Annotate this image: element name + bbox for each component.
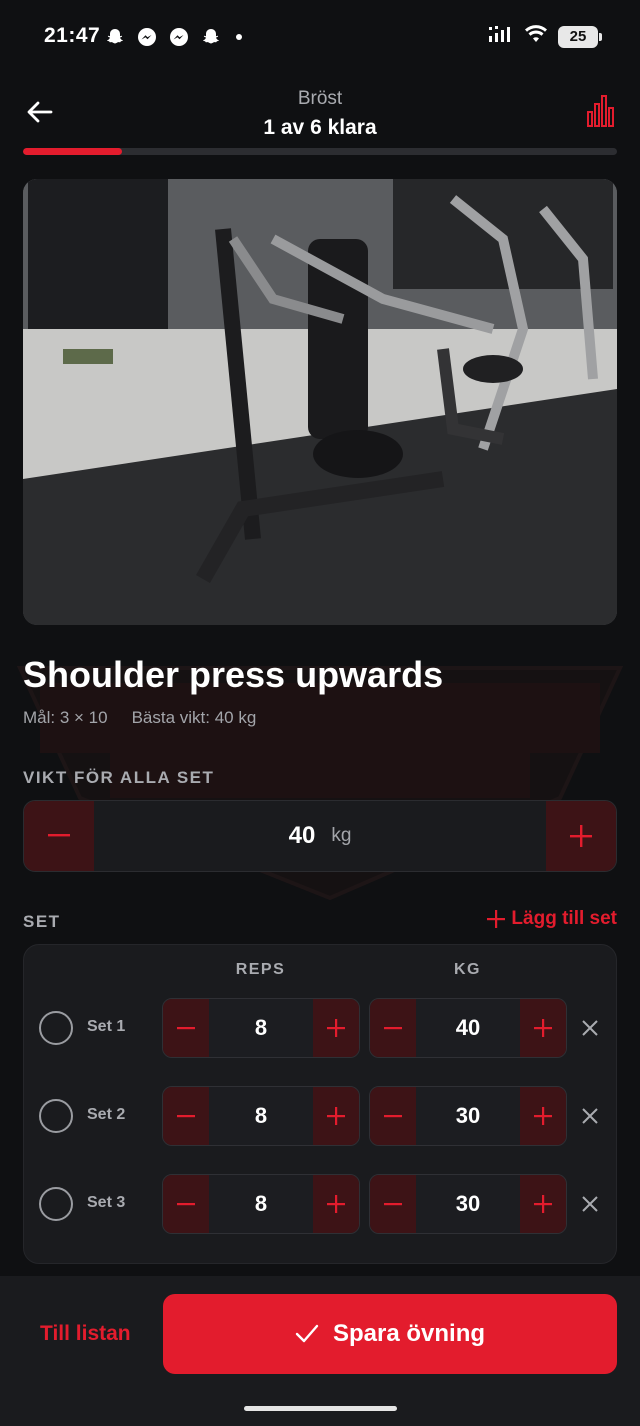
- delete-set-button[interactable]: [578, 1104, 602, 1128]
- reps-stepper: 8: [162, 1086, 360, 1146]
- category-label: Bröst: [297, 88, 343, 109]
- kg-decrease-button[interactable]: [370, 1175, 416, 1233]
- exercise-meta: Mål: 3 × 10 Bästa vikt: 40 kg: [23, 708, 256, 728]
- plus-icon: [487, 910, 506, 928]
- home-indicator[interactable]: [244, 1406, 397, 1411]
- plus-icon: [327, 1107, 345, 1125]
- save-exercise-label: Spara övning: [332, 1320, 486, 1347]
- snapchat-icon: [200, 26, 222, 48]
- minus-icon: [48, 834, 70, 837]
- reps-value[interactable]: 8: [209, 1087, 313, 1145]
- weight-value-display[interactable]: 40 kg: [94, 801, 546, 871]
- plus-icon: [327, 1019, 345, 1037]
- set-row: Set 2 8 30: [24, 1086, 618, 1146]
- add-set-button[interactable]: Lägg till set: [487, 908, 617, 930]
- battery-icon: 25: [558, 25, 602, 48]
- goal-text: Mål: 3 × 10: [23, 708, 108, 727]
- reps-stepper: 8: [162, 998, 360, 1058]
- plus-icon: [534, 1107, 552, 1125]
- minus-icon: [177, 1026, 195, 1029]
- kg-value[interactable]: 30: [416, 1175, 520, 1233]
- minus-icon: [177, 1114, 195, 1117]
- weight-decrease-button[interactable]: [24, 801, 94, 871]
- kg-increase-button[interactable]: [520, 1175, 566, 1233]
- progress-bar: [23, 148, 617, 155]
- snapchat-icon: [104, 26, 126, 48]
- system-icons: 25: [488, 24, 602, 49]
- plus-icon: [534, 1195, 552, 1213]
- reps-decrease-button[interactable]: [163, 1175, 209, 1233]
- reps-decrease-button[interactable]: [163, 1087, 209, 1145]
- plus-icon: [570, 825, 592, 847]
- set-complete-checkbox[interactable]: [39, 1187, 73, 1221]
- minus-icon: [384, 1026, 402, 1029]
- reps-stepper: 8: [162, 1174, 360, 1234]
- weight-all-label: VIKT FÖR ALLA SET: [23, 768, 215, 787]
- kg-value[interactable]: 40: [416, 999, 520, 1057]
- sets-card: REPS KG Set 1 8 40 Set 2 8 30 Set 3 8 30: [23, 944, 617, 1264]
- set-complete-checkbox[interactable]: [39, 1011, 73, 1045]
- set-name: Set 1: [87, 1018, 126, 1035]
- reps-increase-button[interactable]: [313, 999, 359, 1057]
- close-icon: [582, 1020, 598, 1036]
- messenger-icon: [136, 26, 158, 48]
- bottom-action-bar: Till listan Spara övning: [0, 1276, 640, 1426]
- more-notifications-dot: [236, 34, 242, 40]
- exercise-title: Shoulder press upwards: [23, 654, 444, 695]
- plus-icon: [327, 1195, 345, 1213]
- status-time: 21:47: [44, 24, 101, 47]
- notification-icons: [104, 26, 242, 48]
- kg-increase-button[interactable]: [520, 1087, 566, 1145]
- status-bar: 21:47 25: [0, 0, 640, 72]
- reps-increase-button[interactable]: [313, 1175, 359, 1233]
- weight-increase-button[interactable]: [546, 801, 616, 871]
- stats-button[interactable]: [586, 94, 616, 128]
- reps-increase-button[interactable]: [313, 1087, 359, 1145]
- kg-decrease-button[interactable]: [370, 999, 416, 1057]
- back-to-list-button[interactable]: Till listan: [40, 1322, 131, 1346]
- kg-increase-button[interactable]: [520, 999, 566, 1057]
- exercise-photo: [23, 179, 617, 625]
- weight-unit: kg: [331, 825, 352, 846]
- minus-icon: [384, 1202, 402, 1205]
- weight-all-stepper: 40 kg: [23, 800, 617, 872]
- minus-icon: [177, 1202, 195, 1205]
- set-row: Set 1 8 40: [24, 998, 618, 1058]
- progress-bar-fill: [23, 148, 123, 155]
- close-icon: [582, 1108, 598, 1124]
- save-exercise-button[interactable]: Spara övning: [163, 1294, 617, 1374]
- bar-chart-icon: [587, 95, 614, 127]
- progress-text: 1 av 6 klara: [263, 116, 377, 139]
- column-header-reps: REPS: [235, 961, 286, 978]
- plus-icon: [534, 1019, 552, 1037]
- sets-label: SET: [23, 912, 61, 931]
- set-row: Set 3 8 30: [24, 1174, 618, 1234]
- kg-value[interactable]: 30: [416, 1087, 520, 1145]
- add-set-label: Lägg till set: [511, 908, 617, 929]
- weight-value: 40: [288, 822, 316, 849]
- wifi-icon: [524, 24, 548, 49]
- minus-icon: [384, 1114, 402, 1117]
- signal-icon: [488, 24, 514, 49]
- kg-stepper: 40: [369, 998, 567, 1058]
- reps-value[interactable]: 8: [209, 999, 313, 1057]
- exercise-header: Bröst 1 av 6 klara: [0, 80, 640, 150]
- close-icon: [582, 1196, 598, 1212]
- reps-value[interactable]: 8: [209, 1175, 313, 1233]
- kg-decrease-button[interactable]: [370, 1087, 416, 1145]
- delete-set-button[interactable]: [578, 1192, 602, 1216]
- set-name: Set 2: [87, 1106, 126, 1123]
- set-complete-checkbox[interactable]: [39, 1099, 73, 1133]
- checkmark-icon: [295, 1324, 319, 1343]
- kg-stepper: 30: [369, 1086, 567, 1146]
- reps-decrease-button[interactable]: [163, 999, 209, 1057]
- best-weight-text: Bästa vikt: 40 kg: [131, 708, 257, 727]
- kg-stepper: 30: [369, 1174, 567, 1234]
- delete-set-button[interactable]: [578, 1016, 602, 1040]
- set-name: Set 3: [87, 1194, 126, 1211]
- column-header-kg: KG: [454, 961, 481, 978]
- messenger-icon: [168, 26, 190, 48]
